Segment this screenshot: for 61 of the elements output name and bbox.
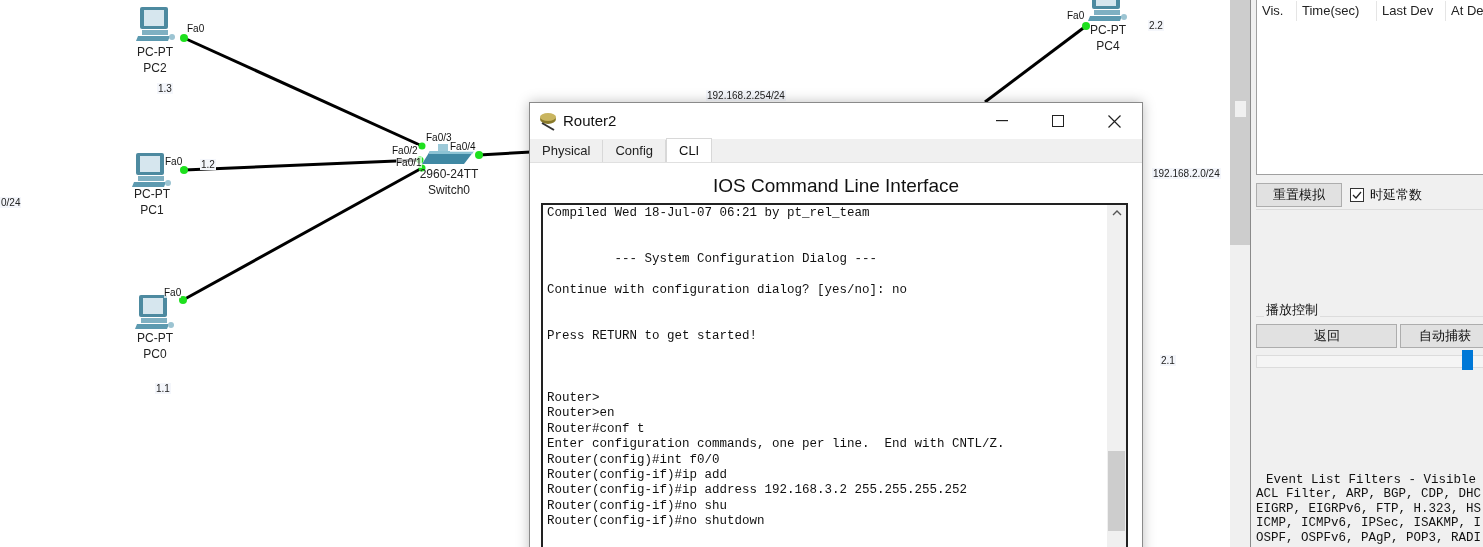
device-name: PC4 (1096, 38, 1120, 54)
playback-button[interactable]: 返回 (1256, 324, 1397, 348)
cli-heading: IOS Command Line Interface (712, 175, 960, 197)
device-model: PC-PT (137, 44, 173, 60)
slider-thumb[interactable] (1462, 350, 1474, 370)
group-label: 播放控制 (1264, 302, 1320, 318)
checkbox-label: 时延常数 (1370, 186, 1422, 205)
checkbox[interactable] (1350, 188, 1364, 202)
column-header[interactable]: Vis. (1257, 1, 1297, 21)
filter-list-line: OSPF, OSPFv6, PAgP, POP3, RADI (1256, 530, 1483, 545)
column-header[interactable]: At De (1446, 1, 1483, 21)
device-name: PC2 (143, 60, 167, 76)
check-icon (1352, 191, 1362, 199)
port-label: Fa0 (165, 156, 183, 167)
port-label: Fa0 (187, 23, 205, 34)
minimize-icon (996, 120, 1008, 122)
maximize-icon (1052, 115, 1064, 127)
port-label: Fa0 (164, 287, 182, 298)
computer-icon[interactable] (136, 6, 176, 42)
address-label: 1.1 (155, 383, 171, 394)
canvas-scrollbar[interactable] (1230, 0, 1250, 547)
address-label: 2.2 (1148, 20, 1164, 31)
port-label: Fa0/4 (450, 141, 476, 152)
address-label: 2.1 (1160, 355, 1176, 366)
address-label: 192.168.2.0/24 (1152, 168, 1221, 179)
filter-list-line: ICMP, ICMPv6, IPSec, ISAKMP, I (1256, 516, 1483, 531)
window-title: Router2 (563, 110, 617, 131)
close-icon (1107, 114, 1121, 128)
column-header[interactable]: Last Dev (1377, 1, 1446, 21)
address-label: 192.168.2.254/24 (706, 90, 786, 101)
port-label: Fa0/3 (426, 132, 452, 143)
device-model: PC-PT (134, 186, 170, 202)
scrollbar-thumb[interactable] (1108, 451, 1125, 531)
column-header[interactable]: Time(sec) (1297, 1, 1377, 21)
port-label: Fa0/2 (392, 145, 418, 156)
speed-slider[interactable] (1256, 349, 1483, 371)
filter-list-line: EIGRP, EIGRPv6, FTP, H.323, HS (1256, 501, 1483, 516)
playback-button[interactable]: 自动捕获 (1400, 324, 1483, 348)
terminal-output: Compiled Wed 18-Jul-07 06:21 by pt_rel_team --- System Configuration Dialog --- Continue with configuration dialog? [yes/no]: no Press RETURN to get started! Router> Router>en Router#conf t Enter configuration commands, one per line. End with CNTL/Z. Router(config)#int f0/0 Router(config-if)#ip add Router(config-if)#ip address 192.168.3.2 255.255.255.252 Router(config-if)#no shu Router(config-if)#no shutdown (546, 205, 1006, 531)
link-cable[interactable] (475, 150, 532, 159)
device-model: 2960-24TT (419, 166, 479, 182)
device-name: Switch0 (428, 182, 470, 198)
link-cable[interactable] (984, 22, 1090, 104)
scroll-up-icon[interactable] (1111, 210, 1122, 216)
computer-icon[interactable] (135, 294, 175, 330)
device-model: PC-PT (137, 330, 173, 346)
scrollbar-grip[interactable] (1234, 101, 1246, 117)
address-label: 1.3 (157, 83, 173, 94)
address-label: 1.2 (200, 159, 216, 170)
device-name: PC0 (143, 346, 167, 362)
scrollbar[interactable] (1107, 205, 1126, 547)
tab[interactable]: CLI (666, 138, 713, 162)
filters-title: Event List Filters - Visible (1265, 472, 1478, 487)
port-label: Fa0 (1067, 10, 1085, 21)
device-model: PC-PT (1090, 22, 1126, 38)
device-name: PC1 (140, 202, 164, 218)
port-label: Fa0/1 (396, 157, 422, 168)
reset-simulation-button[interactable]: 重置模拟 (1256, 183, 1342, 207)
router-icon (538, 111, 558, 131)
filter-list-line: ACL Filter, ARP, BGP, CDP, DHC (1256, 487, 1483, 502)
address-label: 0/24 (0, 197, 22, 208)
